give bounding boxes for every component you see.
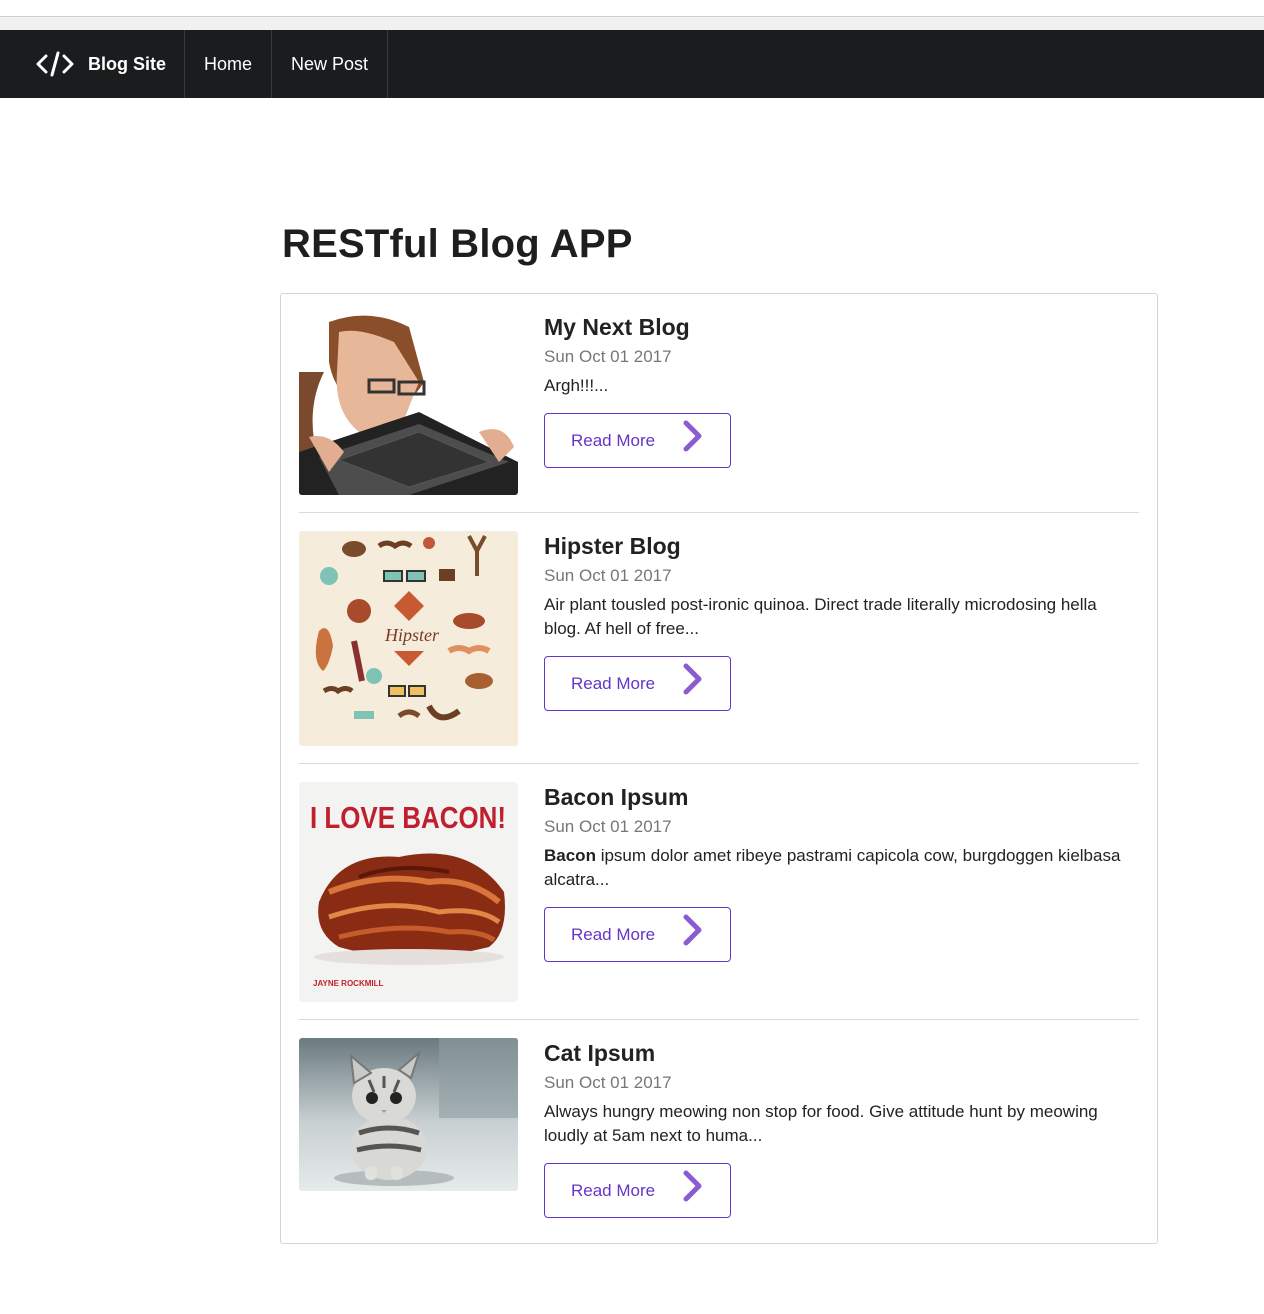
read-more-button[interactable]: Read More: [544, 907, 731, 962]
post-date: Sun Oct 01 2017: [544, 817, 672, 836]
post-date: Sun Oct 01 2017: [544, 566, 672, 585]
post-title[interactable]: My Next Blog: [544, 312, 1134, 342]
chevron-right-icon: [682, 663, 704, 700]
chevron-right-icon: [682, 1170, 704, 1207]
post-image-hipster[interactable]: Hipster: [299, 531, 518, 746]
read-more-label: Read More: [571, 1180, 656, 1200]
post-image-woman-laptop[interactable]: [299, 312, 518, 495]
browser-top-strip: [0, 0, 1264, 30]
nav-home[interactable]: Home: [185, 30, 273, 98]
read-more-label: Read More: [571, 430, 656, 450]
chevron-right-icon: [682, 420, 704, 457]
chevron-right-icon: [682, 914, 704, 951]
read-more-label: Read More: [571, 673, 656, 693]
post-image-kitten[interactable]: [299, 1038, 518, 1191]
post-excerpt: Always hungry meowing non stop for food.…: [544, 1102, 1098, 1145]
navbar: Blog Site Home New Post: [0, 30, 1264, 98]
post-date: Sun Oct 01 2017: [544, 347, 672, 366]
blog-list: My Next Blog Sun Oct 01 2017 Argh!!!... …: [280, 293, 1158, 1244]
post-excerpt: Argh!!!...: [544, 376, 609, 395]
svg-text:JAYNE ROCKMILL: JAYNE ROCKMILL: [313, 979, 383, 988]
brand-link[interactable]: Blog Site: [0, 30, 186, 98]
read-more-button[interactable]: Read More: [544, 656, 731, 711]
post-divider: [299, 1019, 1139, 1020]
code-icon: [36, 50, 74, 78]
post-title[interactable]: Bacon Ipsum: [544, 782, 1134, 812]
post-date: Sun Oct 01 2017: [544, 1073, 672, 1092]
post-title[interactable]: Hipster Blog: [544, 531, 1134, 561]
svg-text:Hipster: Hipster: [384, 625, 440, 645]
nav-new-post[interactable]: New Post: [272, 30, 389, 98]
post-title[interactable]: Cat Ipsum: [544, 1038, 1134, 1068]
read-more-button[interactable]: Read More: [544, 1163, 731, 1218]
post-divider: [299, 763, 1139, 764]
post-divider: [299, 512, 1139, 513]
read-more-label: Read More: [571, 924, 656, 944]
read-more-button[interactable]: Read More: [544, 413, 731, 468]
svg-text:I LOVE BACON!: I LOVE BACON!: [310, 800, 506, 835]
post-excerpt: Air plant tousled post-ironic quinoa. Di…: [544, 595, 1097, 638]
brand-label: Blog Site: [88, 53, 167, 74]
post-excerpt: Bacon ipsum dolor amet ribeye pastrami c…: [544, 846, 1121, 889]
post-image-bacon[interactable]: I LOVE BACON! JAYNE ROCKMILL: [299, 782, 518, 1002]
page-title: RESTful Blog APP: [282, 222, 633, 266]
